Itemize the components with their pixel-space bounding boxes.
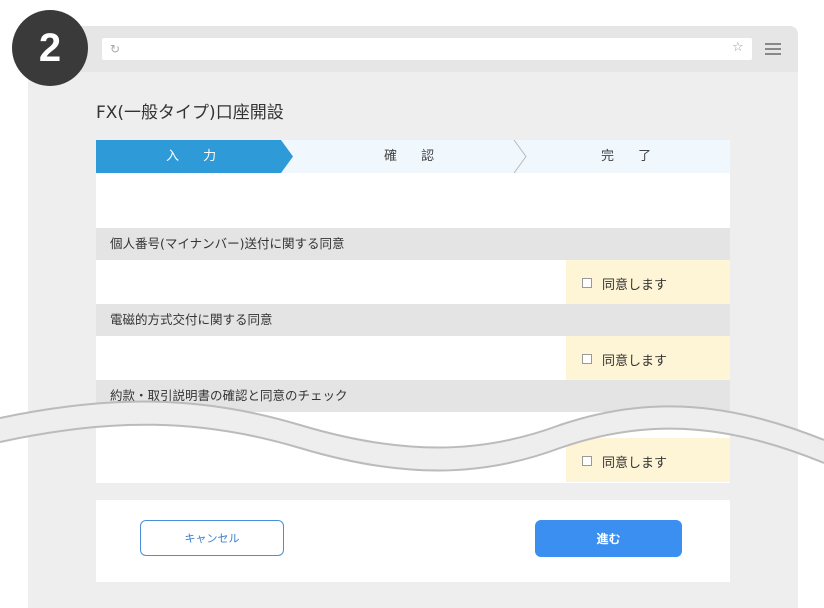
- cancel-button[interactable]: キャンセル: [140, 520, 284, 556]
- next-button[interactable]: 進む: [535, 520, 682, 557]
